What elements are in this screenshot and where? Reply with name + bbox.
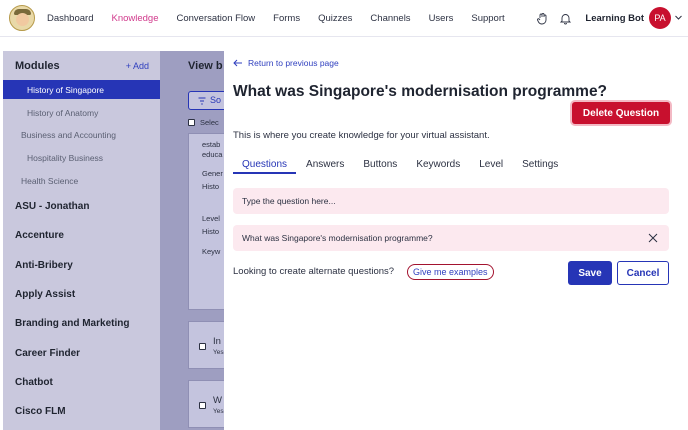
sidebar-item-label: Accenture [15,230,64,241]
chevron-down-icon[interactable] [674,9,684,27]
row-subtitle: Yes [213,408,224,415]
nav-channels[interactable]: Channels [370,13,410,24]
tab-buttons[interactable]: Buttons [354,154,406,174]
question-editor-panel: Return to previous page What was Singapo… [224,37,688,430]
card-text: Histo [202,182,220,191]
nav-forms[interactable]: Forms [273,13,300,24]
top-navigation: Dashboard Knowledge Conversation Flow Fo… [0,0,688,37]
tab-answers[interactable]: Answers [297,154,353,174]
select-all-checkbox[interactable] [188,119,195,126]
card-text: Keyw [202,247,221,256]
row-checkbox[interactable] [199,402,206,409]
question-item: What was Singapore's modernisation progr… [233,225,669,251]
page-description: This is where you create knowledge for y… [233,130,490,141]
row-subtitle: Yes [213,349,224,356]
sidebar-item-label: Apply Assist [15,289,76,300]
alternate-questions-prompt: Looking to create alternate questions? [233,266,395,277]
card-text: estab [202,140,221,149]
nav-dashboard[interactable]: Dashboard [47,13,93,24]
card-text: Gener [202,169,223,178]
nav-conversation-flow[interactable]: Conversation Flow [177,13,256,24]
sidebar-item-label: Anti-Bribery [15,260,73,271]
nav-user-area: Learning Bot PA [535,0,688,36]
add-module-button[interactable]: + Add [126,61,149,71]
card-text: educa [202,150,223,159]
select-all-label: Selec [200,118,219,127]
tab-questions[interactable]: Questions [233,154,297,174]
sidebar-item-label: ASU - Jonathan [15,201,90,212]
tab-level[interactable]: Level [470,154,512,174]
sidebar-item-label: Career Finder [15,348,81,359]
tab-keywords[interactable]: Keywords [407,154,469,174]
question-row[interactable]: W Yes [188,380,228,428]
save-button[interactable]: Save [568,261,612,285]
nav-menu: Dashboard Knowledge Conversation Flow Fo… [47,0,523,36]
question-list-column: View b So Selec estab educa Gener Histo … [160,51,228,430]
user-name[interactable]: Learning Bot [585,13,644,24]
sidebar-item-label: Health Science [21,176,79,186]
filter-icon [198,97,206,105]
sidebar-item-label: Branding and Marketing [15,318,130,329]
hand-icon[interactable] [535,11,549,25]
nav-support[interactable]: Support [471,13,504,24]
question-card[interactable]: estab educa Gener Histo Level Histo Keyw [188,133,228,310]
avatar[interactable]: PA [649,7,671,29]
sidebar-item-label: Chatbot [15,377,53,388]
sidebar-item-label: Business and Accounting [21,130,116,140]
question-input-placeholder: Type the question here... [242,196,336,206]
card-text: Histo [202,227,220,236]
sidebar-item-label: Cisco FLM [15,406,66,417]
row-title: W [213,395,222,406]
modules-header: Modules [15,60,60,72]
arrow-left-icon [233,59,242,67]
filter-button[interactable]: So [188,91,228,110]
page-title: What was Singapore's modernisation progr… [233,83,608,100]
view-by-label: View b [188,60,223,72]
row-checkbox[interactable] [199,343,206,350]
sidebar-item-label: Hospitality Business [27,153,104,163]
delete-question-button[interactable]: Delete Question [572,102,670,124]
bell-icon[interactable] [558,11,572,25]
cancel-button[interactable]: Cancel [617,261,669,285]
give-me-examples-button[interactable]: Give me examples [407,264,494,280]
nav-knowledge[interactable]: Knowledge [111,13,158,24]
editor-tabs: Questions Answers Buttons Keywords Level… [233,154,568,174]
return-link-label: Return to previous page [248,58,339,68]
question-text: What was Singapore's modernisation progr… [242,233,433,243]
app-logo[interactable] [9,5,35,31]
sidebar-item-label: History of Singapore [27,85,105,95]
filter-button-label: So [210,95,222,105]
return-link[interactable]: Return to previous page [233,58,339,68]
nav-quizzes[interactable]: Quizzes [318,13,352,24]
row-title: In [213,336,221,347]
sidebar-item-history-of-singapore[interactable]: History of Singapore [3,80,160,99]
modules-sidebar: Modules + Add History of Singapore Histo… [3,51,160,430]
nav-users[interactable]: Users [429,13,454,24]
question-input[interactable]: Type the question here... [233,188,669,214]
close-icon[interactable] [646,231,660,245]
question-row[interactable]: In Yes [188,321,228,369]
tab-settings[interactable]: Settings [513,154,567,174]
card-text: Level [202,214,220,223]
sidebar-item-label: History of Anatomy [27,108,99,118]
